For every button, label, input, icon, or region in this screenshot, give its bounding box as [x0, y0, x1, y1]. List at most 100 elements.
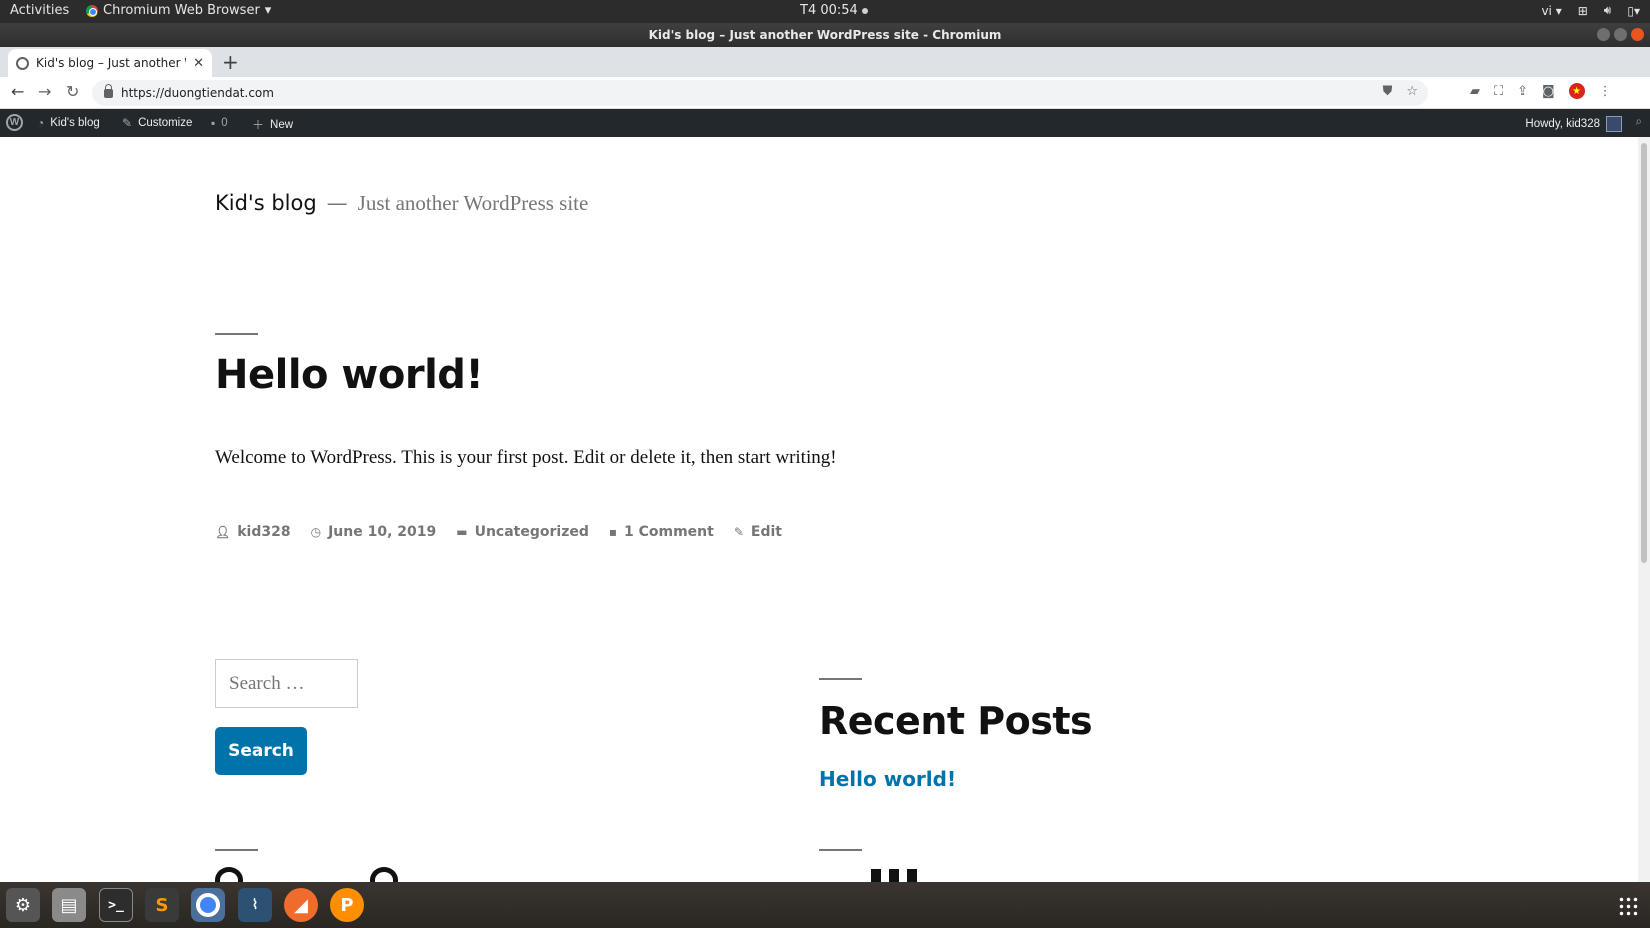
language-indicator[interactable]: vi ▾: [1541, 4, 1561, 18]
url-text: https://duongtiendat.com: [121, 86, 274, 100]
post-title[interactable]: Hello world!: [215, 352, 484, 398]
screenshot-crop-icon[interactable]: ⛶: [1494, 84, 1503, 99]
comment-bubble-icon: ▪: [211, 116, 216, 130]
terminal-app-icon[interactable]: >_: [99, 888, 133, 922]
close-window-button[interactable]: [1631, 28, 1644, 41]
maximize-button[interactable]: [1614, 28, 1627, 41]
folder-icon: ▬: [456, 525, 468, 539]
tab-strip: Kid's blog – Just another WordPress site…: [0, 47, 1650, 77]
post-divider: [215, 333, 258, 335]
search-input[interactable]: [215, 659, 358, 708]
admin-search-icon[interactable]: ⌕: [1636, 116, 1642, 129]
post-comments[interactable]: ▪ 1 Comment: [609, 524, 714, 540]
lock-icon[interactable]: [104, 83, 113, 98]
chevron-down-icon: ▾: [264, 3, 272, 18]
site-title[interactable]: Kid's blog: [215, 191, 317, 215]
close-tab-icon[interactable]: ✕: [193, 56, 204, 71]
site-description: Just another WordPress site: [357, 191, 589, 215]
app-menu[interactable]: Chromium Web Browser ▾: [86, 3, 271, 18]
person-icon: 👤︎: [215, 525, 231, 539]
back-arrow-icon[interactable]: ←: [11, 82, 24, 101]
chromium-icon: [86, 4, 98, 17]
avatar: [1606, 116, 1622, 132]
extension-toolbox-icon[interactable]: ▰: [1470, 84, 1480, 99]
pencil-icon: ✎: [733, 525, 744, 539]
admin-site-name[interactable]: ◔ Kid's blog: [37, 116, 100, 130]
minimize-button[interactable]: [1597, 28, 1610, 41]
wp-logo-menu[interactable]: W: [6, 114, 23, 131]
files-app-icon[interactable]: ▤: [52, 888, 86, 922]
post-comments-label: 1 Comment: [624, 524, 714, 540]
admin-comments-count: 0: [221, 117, 228, 129]
post-date[interactable]: ◷ June 10, 2019: [311, 524, 437, 540]
recent-posts-title: Recent Posts: [819, 699, 1093, 743]
system-tray[interactable]: vi ▾ ⊞ 🔊︎ ▯▾: [1541, 3, 1640, 18]
tab-title: Kid's blog – Just another WordPress site: [36, 56, 186, 70]
page-scrollbar[interactable]: [1638, 137, 1650, 882]
reload-icon[interactable]: ↻: [66, 82, 79, 101]
clock-icon: ◷: [310, 525, 322, 539]
post-category-label: Uncategorized: [474, 524, 589, 540]
admin-customize[interactable]: ✎ Customize: [122, 116, 192, 130]
admin-new-content[interactable]: ＋ New: [252, 116, 293, 133]
address-bar[interactable]: https://duongtiendat.com ⛊ ☆: [92, 80, 1428, 106]
wp-admin-bar: W ◔ Kid's blog ✎ Customize ▪ 0 ＋ New How…: [0, 109, 1650, 137]
window-title: Kid's blog – Just another WordPress site…: [648, 28, 1002, 42]
menu-kebab-icon[interactable]: ⋮: [1599, 84, 1612, 99]
post-author[interactable]: 👤︎ kid328: [215, 524, 291, 540]
recent-post-link[interactable]: Hello world!: [819, 767, 956, 791]
omnibox-actions: ⛊ ☆: [1383, 84, 1418, 99]
mysql-workbench-app-icon[interactable]: ⌇: [238, 888, 272, 922]
post-date-label: June 10, 2019: [328, 524, 437, 540]
show-applications-icon[interactable]: [1618, 896, 1638, 916]
globe-icon: [16, 56, 29, 70]
admin-site-label: Kid's blog: [50, 117, 100, 129]
volume-icon: 🔊︎: [1603, 3, 1612, 17]
extension-upload-icon[interactable]: ⇪: [1517, 84, 1528, 99]
plus-icon: ＋: [252, 118, 265, 132]
window-titlebar[interactable]: Kid's blog – Just another WordPress site…: [0, 23, 1650, 47]
recent-posts-divider: [819, 678, 862, 680]
tab-active[interactable]: Kid's blog – Just another WordPress site…: [8, 49, 212, 77]
forward-arrow-icon[interactable]: →: [38, 82, 51, 101]
clipped-widget-heading-left: [215, 867, 415, 882]
language-label: vi: [1541, 3, 1552, 18]
sublime-text-app-icon[interactable]: S: [145, 888, 179, 922]
chromium-app-icon[interactable]: [191, 888, 225, 922]
clock[interactable]: T4 00:54: [800, 3, 868, 18]
post-edit-label: Edit: [750, 524, 782, 540]
clipped-widget-heading-right: [819, 867, 939, 882]
blocked-popup-icon[interactable]: ⛊: [1383, 84, 1393, 99]
vietnam-flag-icon[interactable]: ★: [1568, 83, 1585, 99]
admin-comments[interactable]: ▪ 0: [211, 116, 228, 130]
post-content: Welcome to WordPress. This is your first…: [215, 447, 837, 468]
wordpress-icon: W: [6, 114, 23, 131]
dashboard-icon: ◔: [37, 116, 45, 130]
admin-customize-label: Customize: [138, 117, 193, 129]
postman-app-icon[interactable]: ◢: [284, 888, 318, 922]
notification-dot-icon: [861, 7, 868, 14]
brush-icon: ✎: [122, 116, 133, 130]
search-button[interactable]: Search: [215, 727, 307, 775]
activities-button[interactable]: Activities: [10, 3, 69, 18]
post-author-label: kid328: [237, 524, 291, 540]
post-meta: 👤︎ kid328 ◷ June 10, 2019 ▬ Uncategorize…: [215, 524, 782, 540]
window-controls: [1597, 28, 1644, 41]
site-header: Kid's blog — Just another WordPress site: [215, 191, 588, 216]
pgadmin-app-icon[interactable]: P: [330, 888, 364, 922]
scrollbar-thumb[interactable]: [1641, 143, 1647, 563]
settings-app-icon[interactable]: ⚙: [6, 888, 40, 922]
clock-label: T4 00:54: [800, 3, 858, 18]
new-tab-button[interactable]: +: [222, 50, 239, 74]
star-icon[interactable]: ☆: [1406, 84, 1418, 99]
app-menu-label: Chromium Web Browser: [103, 3, 260, 18]
post-category[interactable]: ▬ Uncategorized: [456, 524, 589, 540]
camera-icon[interactable]: ◙: [1542, 84, 1555, 99]
extension-icons: ▰ ⛶ ⇪ ◙ ★ ⋮: [1470, 83, 1612, 99]
post-edit[interactable]: ✎ Edit: [734, 524, 782, 540]
admin-account-menu[interactable]: Howdy, kid328: [1525, 116, 1622, 132]
comment-icon: ▪: [608, 525, 617, 539]
howdy-label: Howdy, kid328: [1525, 118, 1600, 130]
site-title-separator: —: [326, 191, 348, 215]
gnome-top-bar: Activities Chromium Web Browser ▾ T4 00:…: [0, 0, 1650, 23]
